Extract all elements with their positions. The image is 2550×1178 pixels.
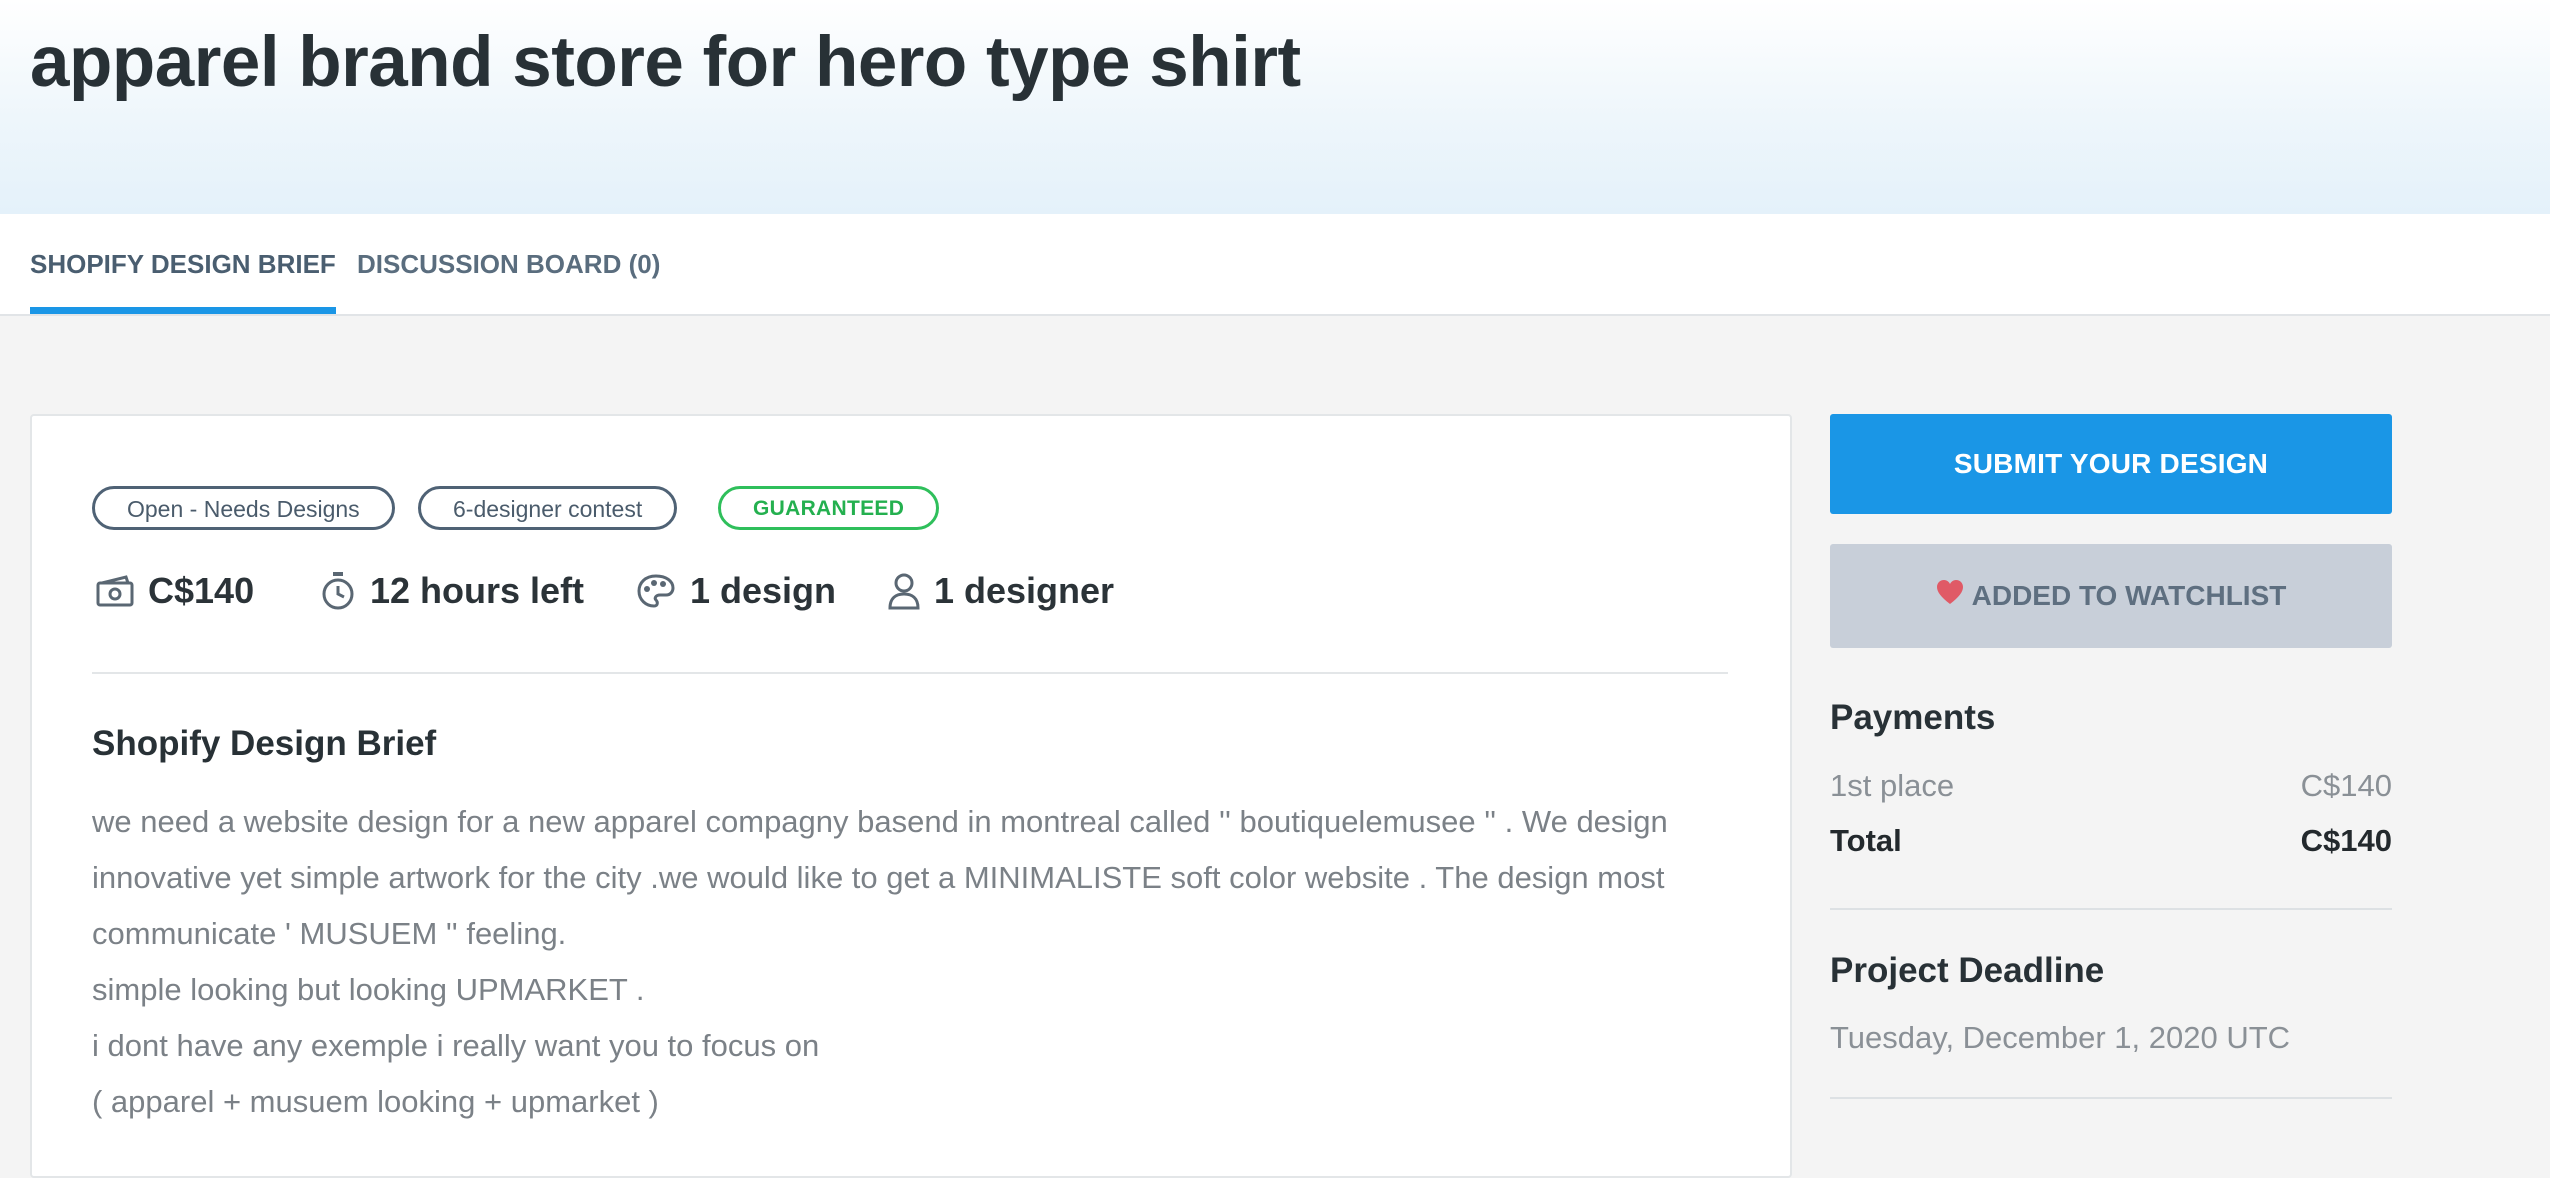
brief-heading: Shopify Design Brief [92,724,437,763]
submit-design-button[interactable]: SUBMIT YOUR DESIGN [1830,414,2392,514]
payment-row-total: Total C$140 [1830,823,2392,863]
brief-card: Open - Needs Designs 6-designer contest … [30,414,1792,1178]
deadline-title: Project Deadline [1830,951,2105,990]
prize-stat: C$140 [96,566,254,616]
palette-icon [637,574,675,608]
sidebar-divider [1830,1097,2392,1099]
status-badge: Open - Needs Designs [92,486,395,530]
designs-stat: 1 design [636,566,836,616]
watchlist-label: ADDED TO WATCHLIST [1971,580,2287,611]
page-title: apparel brand store for hero type shirt [30,23,1301,102]
brief-line: innovative yet simple artwork for the ci… [92,860,1665,895]
designers-count: 1 designer [934,570,1115,611]
payment-label: 1st place [1830,768,1955,803]
brief-line: ( apparel + musuem looking + upmarket ) [92,1084,659,1119]
timer-icon [322,572,354,610]
brief-line: simple looking but looking UPMARKET . [92,972,645,1007]
brief-line: i dont have any exemple i really want yo… [92,1028,820,1063]
time-left-stat: 12 hours left [320,566,584,616]
brief-line: communicate ' MUSUEM '' feeling. [92,916,567,951]
money-icon [96,575,134,607]
watchlist-button[interactable]: ADDED TO WATCHLIST [1830,544,2392,648]
contest-size-badge: 6-designer contest [418,486,678,530]
page-header: apparel brand store for hero type shirt [0,0,2550,214]
sidebar-divider [1830,908,2392,910]
payment-total-label: Total [1830,823,1902,858]
card-divider [92,672,1728,674]
heart-icon [1936,580,1963,604]
payments-title: Payments [1830,698,1996,737]
payment-total-amount: C$140 [2300,823,2392,858]
tab-bar: SHOPIFY DESIGN BRIEF DISCUSSION BOARD (0… [0,214,2550,316]
user-icon [888,573,920,610]
designers-stat: 1 designer [888,566,1114,616]
designs-count: 1 design [690,570,837,611]
tab-discussion-board[interactable]: DISCUSSION BOARD (0) [357,214,660,314]
guaranteed-badge: GUARANTEED [718,486,940,530]
tab-design-brief[interactable]: SHOPIFY DESIGN BRIEF [30,214,336,314]
brief-description: we need a website design for a new appar… [92,794,1752,1130]
payment-row-first-place: 1st place C$140 [1830,768,2392,808]
prize-amount: C$140 [148,570,255,611]
brief-line: we need a website design for a new appar… [92,804,1668,839]
payment-amount: C$140 [2300,768,2392,803]
time-left-value: 12 hours left [370,570,585,611]
deadline-value: Tuesday, December 1, 2020 UTC [1830,1020,2291,1055]
